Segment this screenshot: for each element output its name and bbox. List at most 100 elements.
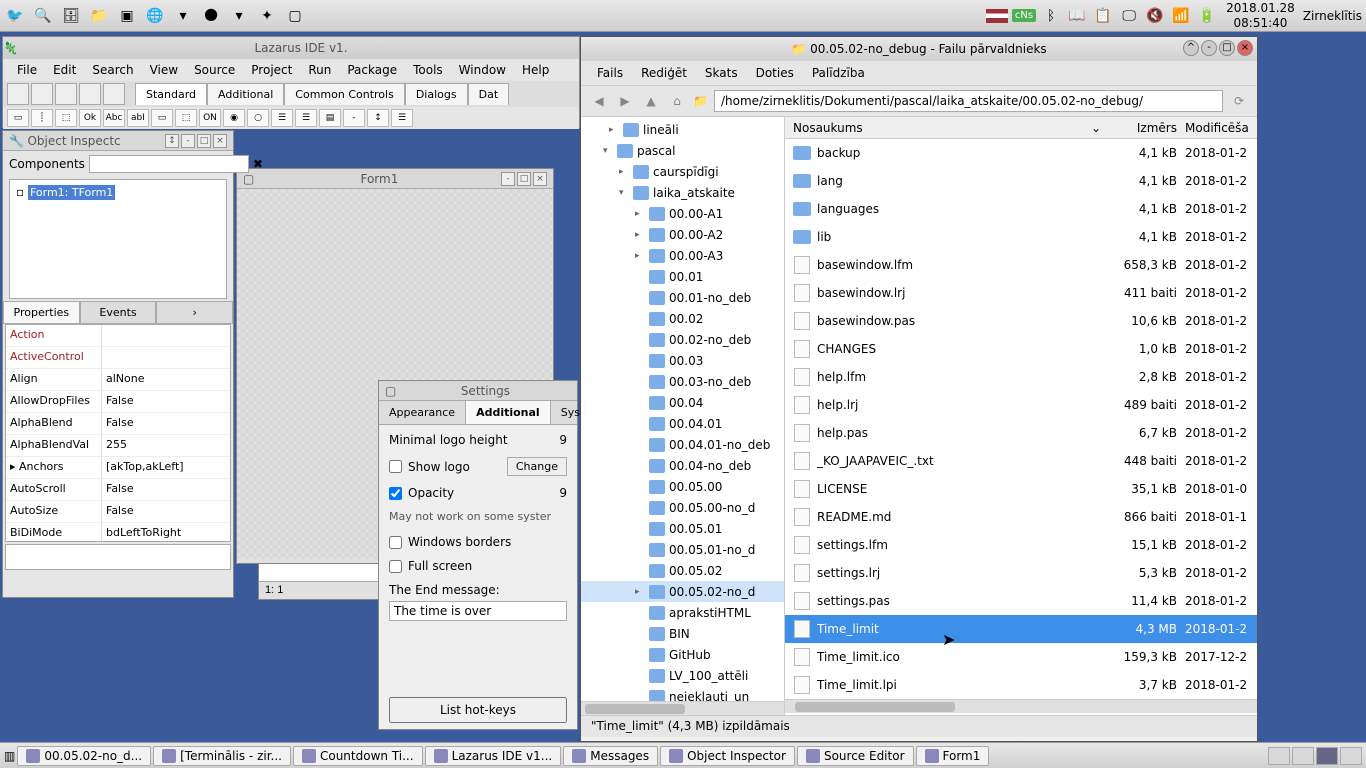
prop-row[interactable]: AlphaBlendVal255 [6, 435, 230, 457]
tree-item[interactable]: 00.01-no_deb [581, 287, 784, 308]
app-icon[interactable]: ✦ [256, 5, 278, 27]
taskbar-task[interactable]: Form1 [916, 746, 990, 766]
workspace-1[interactable] [1268, 747, 1290, 765]
win-borders-checkbox[interactable] [389, 536, 402, 549]
tree-item[interactable]: ▸00.00-A2 [581, 224, 784, 245]
tree-item[interactable]: 00.04.01 [581, 413, 784, 434]
file-row[interactable]: settings.pas11,4 kB2018-01-2 [785, 587, 1257, 615]
tab-appearance[interactable]: Appearance [379, 401, 466, 424]
show-logo-checkbox[interactable] [389, 460, 402, 473]
maximize-button[interactable]: □ [517, 172, 531, 186]
minimize-button[interactable]: - [1201, 40, 1217, 56]
taskbar-task[interactable]: [Terminālis - zir... [153, 746, 291, 766]
component-icon[interactable]: ◉ [223, 109, 245, 127]
menu-window[interactable]: Window [453, 61, 512, 79]
component-icon[interactable]: ▭ [151, 109, 173, 127]
maximize-button[interactable]: □ [197, 134, 211, 148]
prop-row[interactable]: AlphaBlendFalse [6, 413, 230, 435]
up-button[interactable]: ▲ [641, 91, 661, 111]
folder-icon[interactable]: 📁 [88, 5, 110, 27]
file-row[interactable]: CHANGES1,0 kB2018-01-2 [785, 335, 1257, 363]
path-bar[interactable]: /home/zirneklitis/Dokumenti/pascal/laika… [714, 90, 1223, 112]
tree-item[interactable]: LV_100_attēli [581, 665, 784, 686]
new-button[interactable] [7, 83, 29, 105]
prop-row[interactable]: AlignalNone [6, 369, 230, 391]
file-row[interactable]: settings.lrj5,3 kB2018-01-2 [785, 559, 1257, 587]
tree-item[interactable]: 00.02 [581, 308, 784, 329]
battery-icon[interactable]: 🔋 [1196, 5, 1218, 27]
menu-edit[interactable]: Edit [47, 61, 82, 79]
workspace-3[interactable] [1316, 747, 1338, 765]
end-message-input[interactable] [389, 601, 567, 621]
tree-item[interactable]: ▾pascal [581, 140, 784, 161]
component-icon[interactable]: ☰ [271, 109, 293, 127]
component-icon[interactable]: ↕ [367, 109, 389, 127]
menu-view[interactable]: View [144, 61, 184, 79]
tree-item[interactable]: BIN [581, 623, 784, 644]
terminal-icon[interactable]: ▣ [116, 5, 138, 27]
file-row[interactable]: basewindow.pas10,6 kB2018-01-2 [785, 307, 1257, 335]
minimize-button[interactable]: - [501, 172, 515, 186]
tree-item[interactable]: aprakstiHTML [581, 602, 784, 623]
workspace-2[interactable] [1292, 747, 1314, 765]
back-button[interactable]: ◀ [589, 91, 609, 111]
change-button[interactable]: Change [507, 457, 567, 476]
tree-hscroll[interactable] [581, 701, 784, 715]
comp-tab-0[interactable]: Standard [135, 83, 207, 105]
workspace-4[interactable] [1340, 747, 1362, 765]
fm-menu-item[interactable]: Skats [697, 63, 746, 83]
open-button[interactable] [31, 83, 53, 105]
taskbar-task[interactable]: Object Inspector [660, 746, 795, 766]
save-button[interactable] [55, 83, 77, 105]
comp-tab-4[interactable]: Dat [468, 83, 510, 105]
menu-file[interactable]: File [11, 61, 43, 79]
cns-badge[interactable]: cNs [1012, 9, 1036, 22]
menu-tools[interactable]: Tools [407, 61, 449, 79]
chevron-down-icon[interactable]: ▾ [228, 5, 250, 27]
reload-button[interactable]: ⟳ [1229, 91, 1249, 111]
component-icon[interactable]: ┊ [31, 109, 53, 127]
close-button[interactable]: × [1237, 40, 1253, 56]
clock[interactable]: 2018.01.28 08:51:40 [1222, 1, 1299, 30]
component-icon[interactable]: ⬚ [55, 109, 77, 127]
fm-menu-item[interactable]: Fails [589, 63, 631, 83]
file-row[interactable]: lang4,1 kB2018-01-2 [785, 167, 1257, 195]
pin-button[interactable]: ↕ [165, 134, 179, 148]
file-row[interactable]: _KO_JAAPAVEIC_.txt448 baiti2018-01-2 [785, 447, 1257, 475]
start-menu-icon[interactable]: 🐦 [4, 5, 26, 27]
flag-icon[interactable] [986, 9, 1008, 23]
file-row[interactable]: basewindow.lrj411 baiti2018-01-2 [785, 279, 1257, 307]
prop-row[interactable]: AutoScrollFalse [6, 479, 230, 501]
component-icon[interactable]: Abc [103, 109, 125, 127]
component-icon[interactable]: ☰ [391, 109, 413, 127]
opacity-checkbox[interactable] [389, 487, 402, 500]
tab-additional[interactable]: Additional [466, 401, 551, 424]
tree-item[interactable]: ▾laika_atskaite [581, 182, 784, 203]
component-icon[interactable]: - [343, 109, 365, 127]
col-size[interactable]: Izmērs [1107, 121, 1181, 135]
tree-item[interactable]: 00.05.01 [581, 518, 784, 539]
volume-icon[interactable]: 🔇 [1144, 5, 1166, 27]
comp-tab-3[interactable]: Dialogs [405, 83, 468, 105]
component-icon[interactable]: Ok [79, 109, 101, 127]
file-row[interactable]: languages4,1 kB2018-01-2 [785, 195, 1257, 223]
file-row[interactable]: lib4,1 kB2018-01-2 [785, 223, 1257, 251]
close-button[interactable]: × [533, 172, 547, 186]
tree-item[interactable]: 00.02-no_deb [581, 329, 784, 350]
fm-list[interactable]: Nosaukums ⌄ Izmērs Modificēša backup4,1 … [785, 117, 1257, 715]
network-icon[interactable]: 📶 [1170, 5, 1192, 27]
comp-tab-1[interactable]: Additional [207, 83, 284, 105]
bluetooth-icon[interactable]: ᛒ [1040, 5, 1062, 27]
prop-row[interactable]: Action [6, 325, 230, 347]
user-name[interactable]: Zirneklītis [1303, 9, 1362, 23]
taskbar-task[interactable]: Source Editor [797, 746, 914, 766]
file-row[interactable]: LICENSE35,1 kB2018-01-0 [785, 475, 1257, 503]
menu-search[interactable]: Search [86, 61, 139, 79]
tree-item[interactable]: ▸00.00-A1 [581, 203, 784, 224]
min-logo-value[interactable]: 9 [559, 433, 567, 447]
component-icon[interactable]: ○ [247, 109, 269, 127]
prop-row[interactable]: ▸ Anchors[akTop,akLeft] [6, 457, 230, 479]
show-desktop-icon[interactable]: ▥ [4, 749, 15, 763]
files-icon[interactable]: 🗄 [60, 5, 82, 27]
units-button[interactable] [103, 83, 125, 105]
